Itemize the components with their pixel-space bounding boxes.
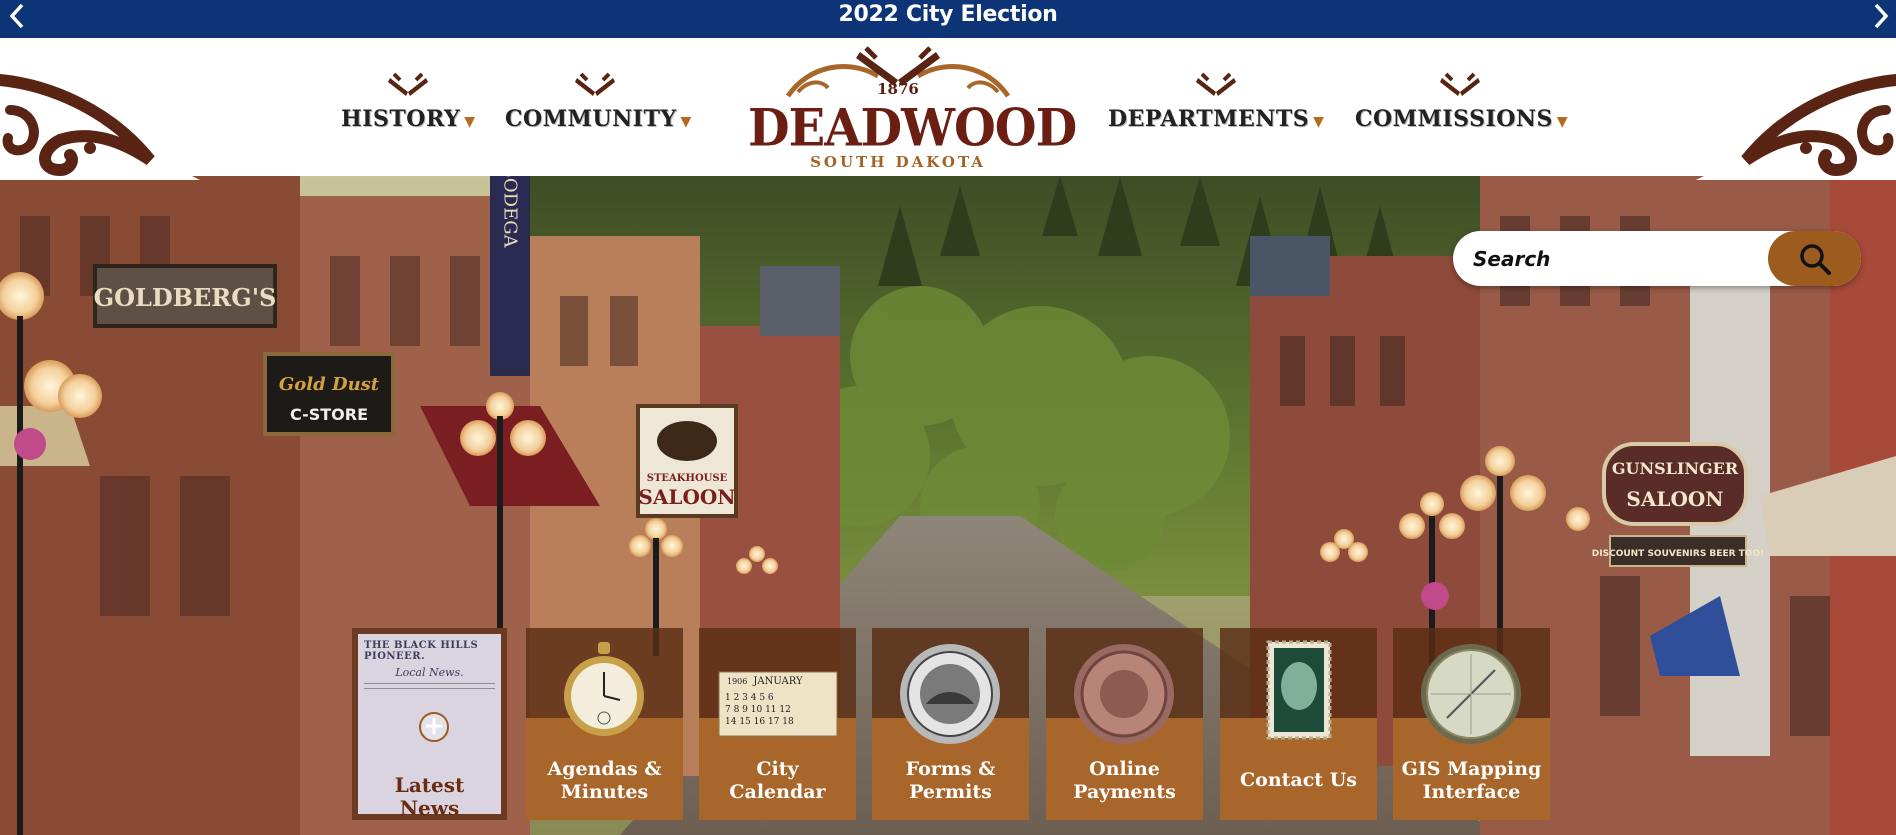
search-icon [1799,243,1831,275]
tile-agendas-label-2: Minutes [560,781,649,803]
crossed-pistols-icon [1196,72,1236,96]
souvenirs-sign: DISCOUNT SOUVENIRS BEER TOO! [1592,535,1764,567]
corner-scroll-left [0,70,200,180]
svg-text:BODEGA: BODEGA [500,176,521,249]
nav-history[interactable]: HISTORY ▼ [338,72,478,142]
tile-payments-label-1: Online [1089,758,1160,780]
svg-text:1906: 1906 [727,677,747,686]
nav-departments-label: DEPARTMENTS [1108,106,1310,132]
newspaper-icon: THE BLACK HILLS PIONEER. Local News. [364,640,495,700]
crossed-pistols-icon [388,72,428,96]
nav-history-label: HISTORY [340,106,461,132]
tile-forms-permits[interactable]: Forms & Permits [872,628,1029,820]
svg-text:GUNSLINGER: GUNSLINGER [1612,459,1739,478]
tile-gis-label-2: Interface [1422,781,1521,803]
tile-latest-news[interactable]: THE BLACK HILLS PIONEER. Local News. + L… [352,628,507,820]
svg-text:DISCOUNT SOUVENIRS BEER TOO!: DISCOUNT SOUVENIRS BEER TOO! [1592,549,1764,559]
alert-title-link[interactable]: 2022 City Election [0,0,1896,38]
gold-dust-sign: Gold Dust C-STORE [263,352,395,436]
nav-commissions[interactable]: COMMISSIONS ▼ [1355,72,1568,142]
bodega-sign: BODEGA [492,176,528,366]
chevron-down-icon: ▼ [680,113,692,130]
tile-contact-label: Contact Us [1240,769,1357,791]
svg-text:SALOON: SALOON [638,485,735,509]
alert-next-button[interactable] [1866,0,1896,32]
tile-calendar-label-1: City [756,758,799,780]
tile-latest-news-label: Latest News [394,773,465,820]
search-box [1453,231,1861,286]
corner-scroll-right [1696,70,1896,180]
logo-year: 1876 [877,80,919,98]
tile-agendas-label-1: Agendas & [547,758,662,780]
coin-icon [1074,644,1174,744]
tile-forms-label-1: Forms & [905,758,996,780]
pocket-watch-icon [564,642,644,736]
svg-text:GOLDBERG'S: GOLDBERG'S [94,283,277,312]
logo-subtitle: SOUTH DAKOTA [810,153,986,171]
search-input[interactable] [1473,239,1763,279]
nav-community-label: COMMUNITY [505,106,677,132]
chevron-down-icon: ▼ [464,113,476,130]
svg-text:STEAKHOUSE: STEAKHOUSE [647,473,728,484]
tile-city-calendar[interactable]: JANUARY 1906 1 2 3 4 5 6 7 8 9 10 11 12 … [699,628,856,820]
calendar-icon: JANUARY 1906 1 2 3 4 5 6 7 8 9 10 11 12 … [718,671,838,737]
nav-commissions-label: COMMISSIONS [1355,106,1553,132]
tile-online-payments[interactable]: Online Payments [1046,628,1203,820]
plus-icon: + [419,712,449,742]
tile-gis-mapping[interactable]: GIS Mapping Interface [1393,628,1550,820]
svg-text:7 8 9 10 11 12: 7 8 9 10 11 12 [725,705,791,715]
svg-text:14 15 16 17 18: 14 15 16 17 18 [725,717,794,727]
gunslinger-saloon-sign: GUNSLINGER SALOON [1602,442,1748,526]
crossed-pistols-icon [575,72,615,96]
stamp-icon [1266,640,1332,740]
site-logo[interactable]: 1876 DEADWOOD SOUTH DAKOTA [748,46,1077,171]
logo-name: DEADWOOD [748,97,1077,159]
goldbergs-sign: GOLDBERG'S [93,264,277,328]
search-button[interactable] [1768,231,1861,286]
chevron-down-icon: ▼ [1313,113,1324,130]
compass-icon [1421,644,1521,744]
svg-text:Gold Dust: Gold Dust [279,374,380,395]
tile-calendar-label-2: Calendar [729,781,826,803]
svg-text:JANUARY: JANUARY [752,676,803,687]
tile-contact-us[interactable]: Contact Us [1220,628,1377,820]
nav-departments[interactable]: DEPARTMENTS ▼ [1106,72,1326,142]
svg-text:C-STORE: C-STORE [290,405,368,424]
tile-agendas-minutes[interactable]: Agendas & Minutes [526,628,683,820]
tile-payments-label-2: Payments [1073,781,1176,803]
tile-forms-label-2: Permits [909,781,992,803]
svg-text:1 2 3 4 5 6: 1 2 3 4 5 6 [725,693,774,703]
steakhouse-saloon-sign: STEAKHOUSE SALOON [636,404,738,518]
svg-text:SALOON: SALOON [1626,487,1723,511]
crossed-pistols-icon [1440,72,1480,96]
chevron-right-icon [1874,3,1889,29]
city-seal-icon [900,644,1000,744]
alert-banner: 2022 City Election [0,0,1896,38]
nav-community[interactable]: COMMUNITY ▼ [505,72,691,142]
tile-gis-label-1: GIS Mapping [1401,758,1542,780]
chevron-down-icon: ▼ [1556,113,1568,130]
